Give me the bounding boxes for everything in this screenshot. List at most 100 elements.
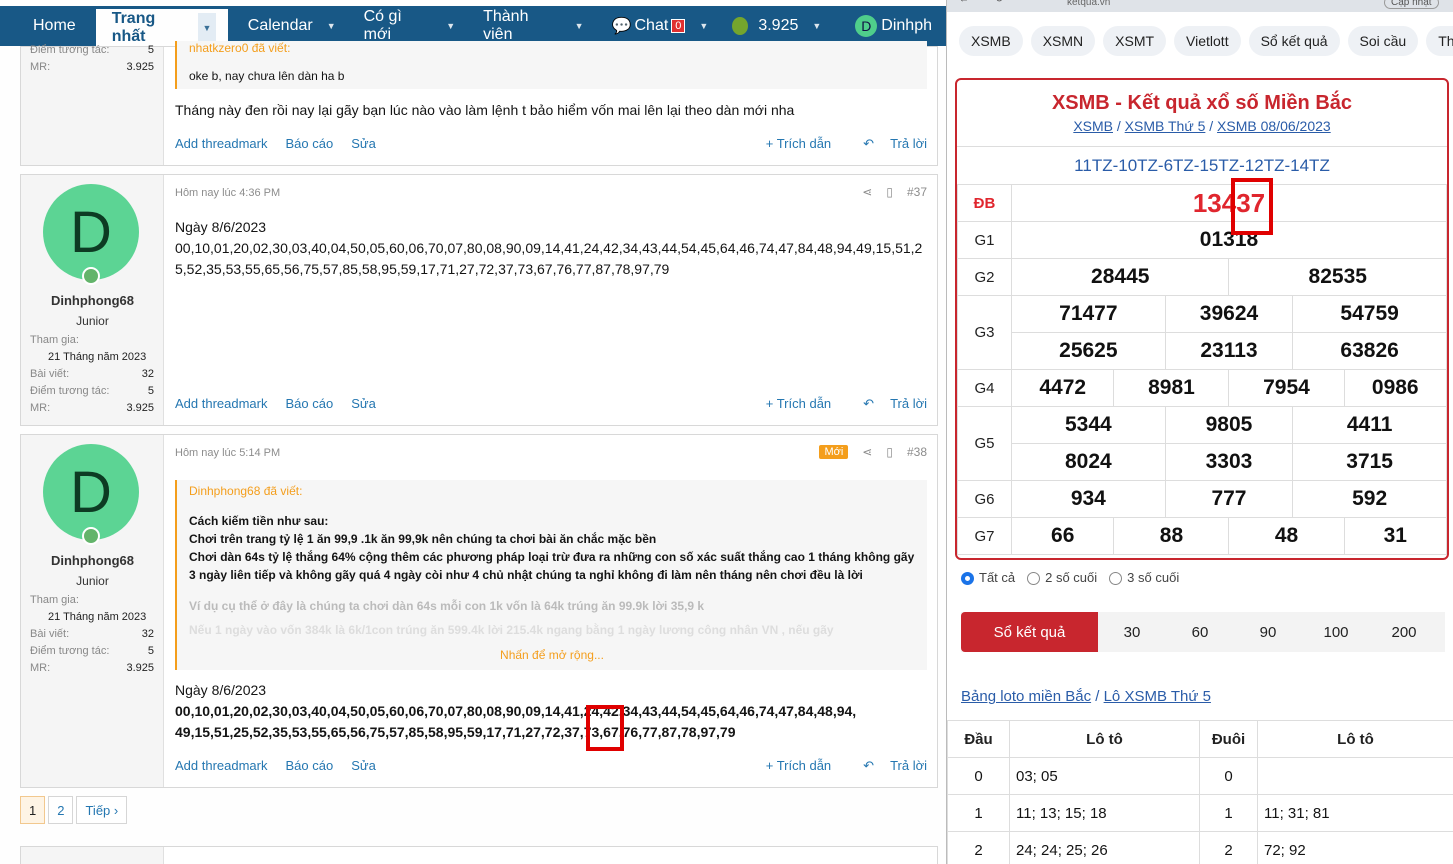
nav-points[interactable]: 3.925 ▼: [722, 6, 835, 46]
crumb-date[interactable]: XSMB 08/06/2023: [1217, 118, 1331, 134]
next-page-button[interactable]: Tiếp ›: [76, 796, 128, 824]
crumb-xsmb[interactable]: XSMB: [1073, 118, 1113, 134]
update-button[interactable]: Cập nhật: [1384, 0, 1439, 9]
username[interactable]: Dinhphong68: [21, 293, 164, 308]
tab-xsmt[interactable]: XSMT: [1103, 26, 1167, 56]
add-threadmark-link[interactable]: Add threadmark: [175, 136, 268, 151]
reply-link[interactable]: ↶ Trả lời: [847, 396, 927, 411]
nav-user[interactable]: D Dinhph: [835, 6, 946, 46]
edit-link[interactable]: Sửa: [351, 136, 376, 151]
label-g3: G3: [957, 295, 1012, 370]
chevron-down-icon[interactable]: ▼: [198, 12, 216, 43]
tab-xsmb[interactable]: XSMB: [959, 26, 1023, 56]
reply-link[interactable]: ↶ Trả lời: [847, 758, 927, 773]
count-200[interactable]: 200: [1370, 612, 1438, 652]
report-link[interactable]: Báo cáo: [286, 136, 334, 151]
report-link[interactable]: Báo cáo: [286, 396, 334, 411]
post-tools: ⋖ ▯ #37: [862, 185, 927, 199]
crumb-sep: /: [1116, 118, 1121, 134]
radio-icon: [1109, 572, 1123, 586]
quote-author[interactable]: nhatkzero0 đã viết:: [177, 41, 927, 59]
nav-trang-nhat[interactable]: Trang nhất ▼: [95, 6, 228, 46]
stat-mr: MR: 3.925: [30, 402, 154, 414]
reply-icon: ↶: [863, 758, 875, 773]
nav-calendar[interactable]: Calendar ▼: [228, 6, 350, 46]
quote-line-1: Cách kiếm tiền như sau:: [189, 514, 329, 528]
avatar[interactable]: D: [43, 444, 139, 540]
prize-g5: 5344: [1011, 406, 1166, 444]
reload-icon[interactable]: ↻: [995, 0, 1003, 5]
username[interactable]: Dinhphong68: [21, 553, 164, 568]
so-ket-qua-button[interactable]: Sổ kết quả: [961, 612, 1098, 652]
online-status-icon: [82, 267, 100, 285]
stat-join: Tham gia:: [30, 594, 79, 606]
label-db: ĐB: [957, 184, 1012, 222]
nav-chat[interactable]: 💬 Chat 0 ▼: [598, 6, 723, 46]
nav-thanh-vien-label: Thành viên: [483, 8, 529, 43]
prize-g5: 8024: [1011, 443, 1166, 481]
post-number[interactable]: #38: [907, 445, 927, 459]
tab-xsmn[interactable]: XSMN: [1030, 26, 1096, 56]
tab-more[interactable]: Th: [1426, 26, 1453, 56]
user-sidebar: D Dinhphong68 Junior Tham gia: 21 Tháng …: [21, 175, 164, 425]
quote-link[interactable]: + Trích dẫn: [766, 136, 831, 151]
quote-fade-2: Nếu 1 ngày vào vốn 384k là 6k/1con trúng…: [189, 623, 834, 637]
post-time[interactable]: Hôm nay lúc 5:14 PM: [175, 447, 280, 459]
chevron-down-icon[interactable]: ▼: [327, 21, 336, 31]
edit-link[interactable]: Sửa: [351, 396, 376, 411]
loto-col-head: Đầu: [947, 720, 1010, 758]
back-arrow-icon[interactable]: ←: [959, 0, 969, 5]
loto-col-loto2: Lô tô: [1257, 720, 1453, 758]
tab-soi-cau[interactable]: Soi cầu: [1347, 26, 1419, 56]
loto-thu5-link[interactable]: Lô XSMB Thứ 5: [1104, 688, 1211, 705]
count-60[interactable]: 60: [1166, 612, 1234, 652]
add-threadmark-link[interactable]: Add threadmark: [175, 758, 268, 773]
option-all[interactable]: Tất cả: [961, 570, 1015, 586]
prize-g3: 71477: [1011, 295, 1166, 333]
loto-mb-link[interactable]: Bảng loto miền Bắc: [961, 688, 1091, 705]
option-two-digits[interactable]: 2 số cuối: [1027, 570, 1097, 586]
label-g4: G4: [957, 369, 1012, 407]
add-threadmark-link[interactable]: Add threadmark: [175, 396, 268, 411]
stat-posts: Bài viết: 32: [30, 368, 154, 380]
row-g7: G7 66 88 48 31: [957, 517, 1447, 555]
count-90[interactable]: 90: [1234, 612, 1302, 652]
nav-co-gi-moi[interactable]: Có gì mới ▼: [350, 6, 469, 46]
expand-quote-link[interactable]: Nhấn để mở rộng...: [177, 648, 927, 662]
chevron-down-icon[interactable]: ▼: [699, 21, 708, 31]
bookmark-icon[interactable]: ▯: [886, 445, 893, 459]
quote-link[interactable]: + Trích dẫn: [766, 758, 831, 773]
option-three-digits[interactable]: 3 số cuối: [1109, 570, 1179, 586]
count-30[interactable]: 30: [1098, 612, 1166, 652]
quote-link[interactable]: + Trích dẫn: [766, 396, 831, 411]
chevron-down-icon[interactable]: ▼: [812, 21, 821, 31]
chevron-down-icon[interactable]: ▼: [446, 21, 455, 31]
nav-home[interactable]: Home: [0, 6, 96, 46]
tab-so-ket-qua[interactable]: Sổ kết quả: [1248, 26, 1340, 56]
crumb-thu5[interactable]: XSMB Thứ 5: [1125, 118, 1206, 134]
page-2[interactable]: 2: [48, 796, 74, 824]
edit-link[interactable]: Sửa: [351, 758, 376, 773]
share-icon[interactable]: ⋖: [862, 185, 872, 199]
prize-g4: 7954: [1228, 369, 1345, 407]
reply-link[interactable]: ↶ Trả lời: [847, 136, 927, 151]
post-time[interactable]: Hôm nay lúc 4:36 PM: [175, 187, 280, 199]
share-icon[interactable]: ⋖: [862, 445, 872, 459]
count-100[interactable]: 100: [1302, 612, 1370, 652]
quote-line-2: Chơi trên trang tỷ lệ 1 ăn 99,9 .1k ăn 9…: [189, 532, 657, 546]
prize-g7: 31: [1343, 517, 1447, 555]
post-actions: Add threadmark Báo cáo Sửa + Trích dẫn ↶ Trả…: [175, 396, 927, 411]
prize-g4: 8981: [1113, 369, 1230, 407]
loto-cell: 2: [1199, 831, 1258, 864]
avatar[interactable]: D: [43, 184, 139, 280]
bookmark-icon[interactable]: ▯: [886, 185, 893, 199]
tab-vietlott[interactable]: Vietlott: [1174, 26, 1241, 56]
report-link[interactable]: Báo cáo: [286, 758, 334, 773]
user-role: Junior: [76, 574, 109, 588]
nav-thanh-vien[interactable]: Thành viên ▼: [469, 6, 597, 46]
chevron-down-icon[interactable]: ▼: [575, 21, 584, 31]
page-1[interactable]: 1: [20, 796, 46, 824]
post-number[interactable]: #37: [907, 185, 927, 199]
quote-author[interactable]: Dinhphong68 đã viết:: [177, 480, 927, 502]
address-bar[interactable]: ketqua.vn: [1067, 0, 1110, 8]
